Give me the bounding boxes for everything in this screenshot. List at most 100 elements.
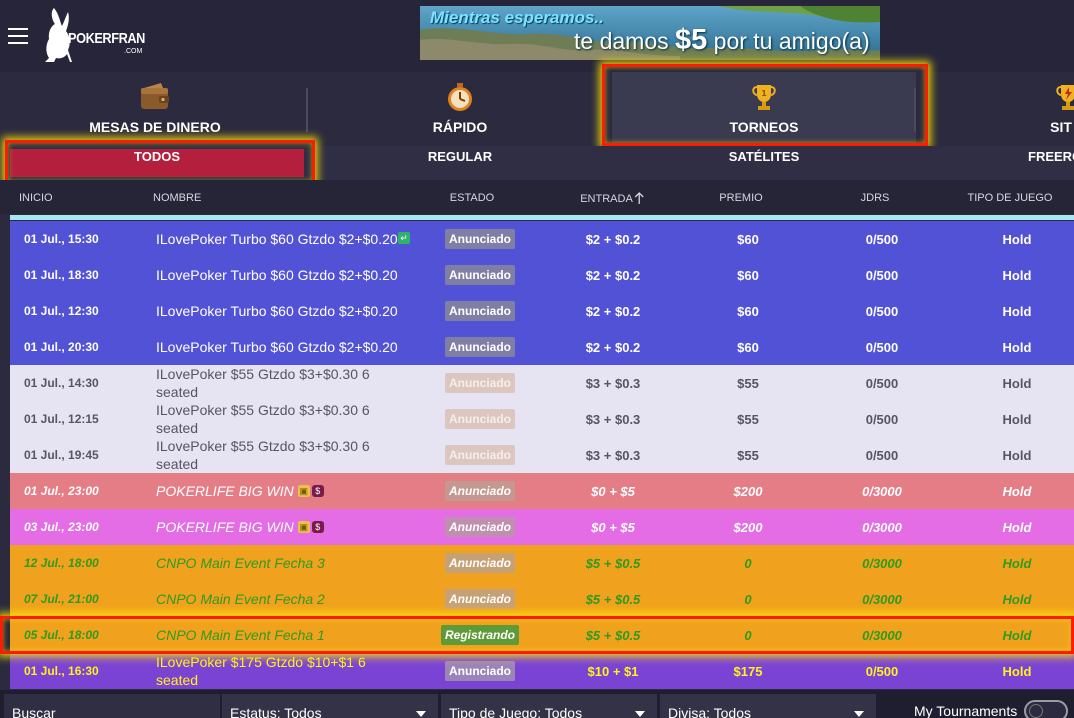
table-row[interactable]: 12 Jul., 18:00 CNPO Main Event Fecha 3 Anu… [10,545,1074,581]
cell-name: ILovePoker Turbo $60 Gtzdo $2+$0.20 [156,257,406,293]
cell-players-text: 0/500 [865,267,899,283]
table-row[interactable]: 05 Jul., 18:00 CNPO Main Event Fecha 1 Reg… [10,617,1074,653]
table-row[interactable]: 01 Jul., 19:45 ILovePoker $55 Gtzdo $3+$0… [10,437,1074,473]
table-row[interactable]: 01 Jul., 18:30 ILovePoker Turbo $60 Gtzdo… [10,257,1074,293]
trophy-lightning-icon [1056,85,1074,110]
cell-state: Anunciado [430,365,530,401]
game-type-filter-select[interactable]: Tipo de Juego: Todos [441,694,657,718]
cell-game-type-text: Hold [1002,591,1032,607]
table-row[interactable]: 01 Jul., 20:30 ILovePoker Turbo $60 Gtzdo… [10,329,1074,365]
cell-players-text: 0/500 [865,339,899,355]
cell-start-text: 05 Jul., 18:00 [24,628,99,642]
cell-game-type: Hold [967,401,1067,437]
cell-players: 0/500 [832,329,932,365]
table-row[interactable]: 01 Jul., 23:00 POKERLIFE BIG WIN ▣ $ Anuncia… [10,473,1074,509]
tab-torneos[interactable]: 1 TORNEOS [612,72,916,144]
cell-name-text: ILovePoker Turbo $60 Gtzdo $2+$0.20 [156,339,398,355]
cell-prize: $175 [698,653,798,689]
cell-state: Anunciado [430,473,530,509]
status-badge: Anunciado [445,481,515,501]
column-premio[interactable]: PREMIO [719,192,762,204]
cell-name: ILovePoker $175 Gtzdo $10+$1 6 seated [156,653,406,689]
table-row[interactable]: 01 Jul., 12:30 ILovePoker Turbo $60 Gtzdo… [10,293,1074,329]
table-row[interactable]: 01 Jul., 16:30 ILovePoker $175 Gtzdo $10+… [10,653,1074,689]
cell-prize: 0 [698,581,798,617]
cell-players-text: 0/500 [865,303,899,319]
cell-game-type-text: Hold [1002,339,1032,355]
logo[interactable]: POKERFRAN .COM [40,6,145,66]
cell-start-text: 01 Jul., 20:30 [24,340,99,354]
search-input[interactable]: Buscar [4,694,220,718]
cell-state: Anunciado [430,401,530,437]
subtab-regular[interactable]: REGULAR [312,149,608,177]
cell-game-type: Hold [967,293,1067,329]
cell-start: 01 Jul., 14:30 [24,365,154,401]
table-header: INICIO NOMBRE ESTADO ENTRADA PREMIO JDRS… [0,180,1074,214]
table-row[interactable]: 03 Jul., 23:00 POKERLIFE BIG WIN ▣ $ Anuncia… [10,509,1074,545]
currency-filter-select[interactable]: Divisa: Todos [660,694,876,718]
cell-game-type-text: Hold [1002,267,1032,283]
cell-players-text: 0/3000 [862,627,902,643]
tab-sit-and-go[interactable]: SIT & [916,72,1074,144]
cell-game-type-text: Hold [1002,447,1032,463]
cell-game-type: Hold [967,545,1067,581]
cell-prize-text: $55 [737,411,759,427]
cell-game-type-text: Hold [1002,411,1032,427]
cell-start: 01 Jul., 19:45 [24,437,154,473]
cell-prize: $200 [698,509,798,545]
cell-start: 01 Jul., 20:30 [24,329,154,365]
column-estado[interactable]: ESTADO [450,192,494,204]
cell-entry: $2 + $0.2 [563,221,663,257]
cell-prize: 0 [698,545,798,581]
subtab-satelites[interactable]: SATÉLITES [616,149,912,177]
cell-entry-text: $2 + $0.2 [585,339,641,355]
cell-players: 0/3000 [832,509,932,545]
stopwatch-icon [448,83,472,111]
table-top-border [10,215,1074,220]
cell-prize-text: $200 [733,519,763,535]
tab-label: RÁPIDO [432,119,488,135]
table-row[interactable]: 07 Jul., 21:00 CNPO Main Event Fecha 2 Anu… [10,581,1074,617]
cell-game-type: Hold [967,221,1067,257]
cell-start-text: 01 Jul., 15:30 [24,232,99,246]
status-filter-select[interactable]: Estatus: Todos [222,694,438,718]
cell-game-type: Hold [967,437,1067,473]
cell-prize: $60 [698,329,798,365]
cell-prize: $55 [698,437,798,473]
hamburger-menu-icon[interactable] [8,28,28,44]
cell-name: ILovePoker Turbo $60 Gtzdo $2+$0.20 [156,329,406,365]
repeat-icon: ↵ [398,232,410,244]
cell-prize-text: 0 [744,591,752,607]
column-tipo-de-juego[interactable]: TIPO DE JUEGO [968,192,1053,204]
cell-start-text: 07 Jul., 21:00 [24,592,99,606]
column-nombre[interactable]: NOMBRE [153,192,201,204]
tab-mesas-de-dinero[interactable]: MESAS DE DINERO [0,72,310,144]
cell-game-type-text: Hold [1002,627,1032,643]
table-row[interactable]: 01 Jul., 14:30 ILovePoker $55 Gtzdo $3+$0… [10,365,1074,401]
status-badge: Anunciado [445,445,515,465]
cell-state: Anunciado [430,257,530,293]
promo-banner[interactable]: Mientras esperamos.. te damos $5 por tu … [420,6,880,60]
column-jdrs[interactable]: JDRS [861,192,890,204]
table-row[interactable]: 01 Jul., 12:15 ILovePoker $55 Gtzdo $3+$0… [10,401,1074,437]
cell-entry-text: $2 + $0.2 [585,267,641,283]
cell-name-text: ILovePoker $175 Gtzdo $10+$1 6 seated [156,654,366,688]
table-left-gutter [0,221,10,689]
subtab-freeroll[interactable]: FREERO [1028,149,1074,177]
cell-prize-text: $200 [733,483,763,499]
cell-players-text: 0/3000 [862,483,902,499]
subtab-todos[interactable]: TODOS [10,149,304,177]
cell-name-text: ILovePoker Turbo $60 Gtzdo $2+$0.20 [156,303,398,319]
column-entrada[interactable]: ENTRADA [580,192,644,205]
cell-entry-text: $5 + $0.5 [585,591,641,607]
cell-entry: $10 + $1 [563,653,663,689]
tab-rapido[interactable]: RÁPIDO [308,72,612,144]
column-inicio[interactable]: INICIO [19,192,53,204]
trophy-icon: 1 [752,85,776,110]
status-badge: Anunciado [445,229,515,249]
cell-state: Anunciado [430,329,530,365]
cell-game-type-text: Hold [1002,303,1032,319]
my-tournaments-toggle[interactable] [1024,700,1068,718]
table-row[interactable]: 01 Jul., 15:30 ILovePoker Turbo $60 Gtzdo… [10,221,1074,257]
cell-game-type-text: Hold [1002,483,1032,499]
